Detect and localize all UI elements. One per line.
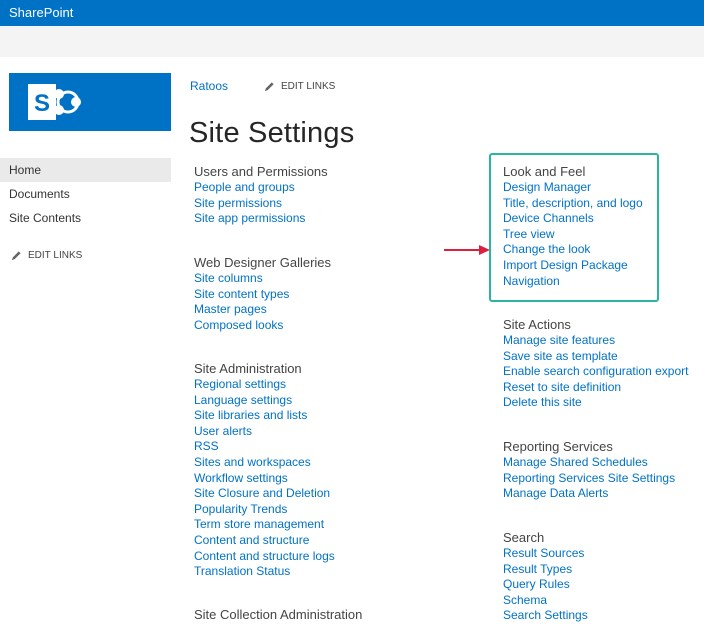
link-site-closure-and-deletion[interactable]: Site Closure and Deletion <box>194 486 335 502</box>
link-site-permissions[interactable]: Site permissions <box>194 196 328 212</box>
svg-text:S: S <box>34 90 50 117</box>
link-site-app-permissions[interactable]: Site app permissions <box>194 211 328 227</box>
pencil-icon <box>11 251 21 261</box>
link-title-description-logo[interactable]: Title, description, and logo <box>503 196 643 212</box>
link-rss[interactable]: RSS <box>194 439 335 455</box>
link-result-types[interactable]: Result Types <box>503 562 588 578</box>
section-heading: Look and Feel <box>503 164 586 179</box>
link-site-content-types[interactable]: Site content types <box>194 287 331 303</box>
section-site-actions: Site Actions Manage site features Save s… <box>503 316 688 411</box>
link-search-settings[interactable]: Search Settings <box>503 608 588 624</box>
link-import-design-package[interactable]: Import Design Package <box>503 258 643 274</box>
link-device-channels[interactable]: Device Channels <box>503 211 643 227</box>
link-enable-search-config-export[interactable]: Enable search configuration export <box>503 364 688 380</box>
link-user-alerts[interactable]: User alerts <box>194 424 335 440</box>
suite-bar-brand[interactable]: SharePoint <box>9 5 73 20</box>
nav-item-site-contents[interactable]: Site Contents <box>0 206 171 230</box>
header-edit-links-label: EDIT LINKS <box>281 81 336 92</box>
link-translation-status[interactable]: Translation Status <box>194 564 335 580</box>
suite-bar: SharePoint <box>0 0 704 26</box>
link-delete-this-site[interactable]: Delete this site <box>503 395 688 411</box>
section-search: Search Result Sources Result Types Query… <box>503 529 588 624</box>
section-heading: Site Collection Administration <box>194 607 363 622</box>
link-workflow-settings[interactable]: Workflow settings <box>194 471 335 487</box>
link-content-and-structure[interactable]: Content and structure <box>194 533 335 549</box>
nav-edit-links-label: EDIT LINKS <box>28 250 83 261</box>
site-link[interactable]: Ratoos <box>190 79 228 93</box>
nav-item-documents[interactable]: Documents <box>0 182 171 206</box>
section-heading: Site Administration <box>194 361 302 376</box>
link-term-store-management[interactable]: Term store management <box>194 517 335 533</box>
nav-item-home[interactable]: Home <box>0 158 171 182</box>
link-save-site-as-template[interactable]: Save site as template <box>503 349 688 365</box>
red-arrow-icon <box>444 245 490 255</box>
section-look-and-feel: Look and Feel Design Manager Title, desc… <box>503 163 643 289</box>
link-sites-and-workspaces[interactable]: Sites and workspaces <box>194 455 335 471</box>
link-master-pages[interactable]: Master pages <box>194 302 331 318</box>
pencil-icon <box>264 82 274 92</box>
page-title: Site Settings <box>189 117 355 150</box>
site-logo[interactable]: S <box>9 73 171 131</box>
link-regional-settings[interactable]: Regional settings <box>194 377 335 393</box>
link-schema[interactable]: Schema <box>503 593 588 609</box>
ribbon-bar <box>0 26 704 57</box>
link-manage-data-alerts[interactable]: Manage Data Alerts <box>503 486 675 502</box>
section-heading: Users and Permissions <box>194 164 328 179</box>
link-manage-site-features[interactable]: Manage site features <box>503 333 688 349</box>
link-people-and-groups[interactable]: People and groups <box>194 180 328 196</box>
section-site-collection-administration: Site Collection Administration <box>194 606 362 623</box>
section-heading: Site Actions <box>503 317 571 332</box>
link-change-the-look[interactable]: Change the look <box>503 242 643 258</box>
nav-edit-links[interactable]: EDIT LINKS <box>11 250 82 261</box>
link-manage-shared-schedules[interactable]: Manage Shared Schedules <box>503 455 675 471</box>
link-design-manager[interactable]: Design Manager <box>503 180 643 196</box>
sharepoint-logo-icon: S <box>28 84 81 120</box>
section-heading: Reporting Services <box>503 439 613 454</box>
link-reporting-services-site-settings[interactable]: Reporting Services Site Settings <box>503 471 675 487</box>
section-reporting-services: Reporting Services Manage Shared Schedul… <box>503 438 675 502</box>
left-navigation: Home Documents Site Contents <box>0 158 171 230</box>
section-site-administration: Site Administration Regional settings La… <box>194 360 335 580</box>
section-users-permissions: Users and Permissions People and groups … <box>194 163 328 227</box>
header-edit-links[interactable]: EDIT LINKS <box>264 81 335 92</box>
link-site-libraries-and-lists[interactable]: Site libraries and lists <box>194 408 335 424</box>
link-navigation[interactable]: Navigation <box>503 274 643 290</box>
link-composed-looks[interactable]: Composed looks <box>194 318 331 334</box>
section-web-designer-galleries: Web Designer Galleries Site columns Site… <box>194 254 331 333</box>
link-content-and-structure-logs[interactable]: Content and structure logs <box>194 549 335 565</box>
link-popularity-trends[interactable]: Popularity Trends <box>194 502 335 518</box>
link-result-sources[interactable]: Result Sources <box>503 546 588 562</box>
link-tree-view[interactable]: Tree view <box>503 227 643 243</box>
section-heading: Search <box>503 530 545 545</box>
link-query-rules[interactable]: Query Rules <box>503 577 588 593</box>
link-language-settings[interactable]: Language settings <box>194 393 335 409</box>
section-heading: Web Designer Galleries <box>194 255 332 270</box>
link-reset-to-site-definition[interactable]: Reset to site definition <box>503 380 688 396</box>
link-site-columns[interactable]: Site columns <box>194 271 331 287</box>
